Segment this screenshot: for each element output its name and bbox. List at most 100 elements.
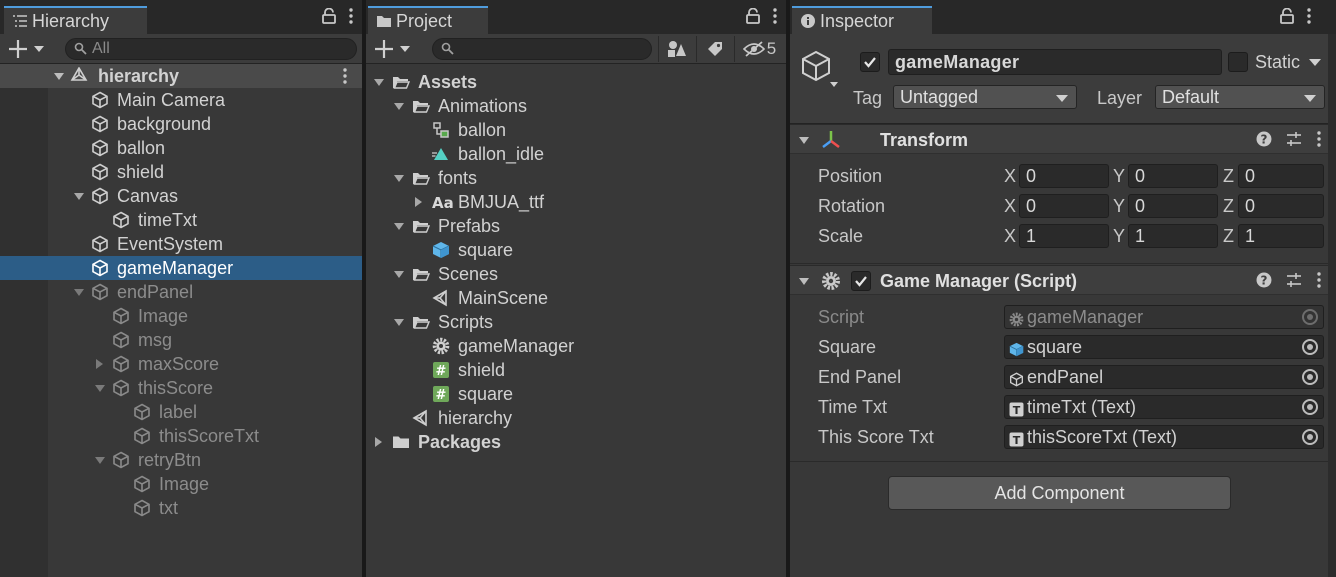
hierarchy-search-input[interactable]: All	[65, 38, 357, 60]
expand-arrow-icon[interactable]	[392, 214, 406, 238]
scene-kebab-menu-icon[interactable]	[342, 68, 348, 84]
expand-arrow-icon[interactable]	[392, 310, 406, 334]
object-picker-icon[interactable]	[1302, 369, 1318, 385]
transform-z-field[interactable]: 0	[1238, 194, 1324, 218]
hidden-packages-toggle[interactable]: 5	[734, 36, 784, 62]
expand-arrow-icon[interactable]	[372, 70, 386, 94]
object-name-field[interactable]: gameManager	[888, 49, 1222, 75]
active-checkbox[interactable]	[860, 52, 880, 72]
kebab-menu-icon[interactable]	[1316, 272, 1322, 288]
project-folder-item[interactable]: Scripts	[366, 310, 786, 334]
hierarchy-item[interactable]: Main Camera	[0, 88, 362, 112]
lock-icon[interactable]	[1280, 8, 1294, 24]
transform-y-field[interactable]: 1	[1128, 224, 1218, 248]
expand-arrow-icon[interactable]	[72, 280, 86, 304]
hierarchy-item[interactable]: thisScoreTxt	[0, 424, 362, 448]
kebab-menu-icon[interactable]	[772, 8, 778, 24]
collapse-arrow-icon[interactable]	[93, 352, 107, 376]
tag-dropdown[interactable]: Untagged	[893, 85, 1077, 109]
search-by-label-button[interactable]	[696, 36, 732, 62]
scene-header-row[interactable]: hierarchy	[0, 64, 362, 88]
object-picker-icon[interactable]	[1302, 429, 1318, 445]
kebab-menu-icon[interactable]	[348, 8, 354, 24]
project-asset-item[interactable]: # square	[366, 382, 786, 406]
tab-inspector[interactable]: Inspector	[792, 6, 932, 34]
object-picker-icon[interactable]	[1302, 339, 1318, 355]
hierarchy-item[interactable]: timeTxt	[0, 208, 362, 232]
object-picker-icon[interactable]	[1302, 399, 1318, 415]
hierarchy-item[interactable]: ballon	[0, 136, 362, 160]
script-enabled-checkbox[interactable]	[851, 271, 871, 291]
hierarchy-item[interactable]: thisScore	[0, 376, 362, 400]
presets-sliders-icon[interactable]	[1286, 131, 1302, 147]
transform-header[interactable]: Transform ?	[790, 124, 1336, 154]
expand-arrow-icon[interactable]	[392, 166, 406, 190]
script-component-header[interactable]: Game Manager (Script) ?	[790, 265, 1336, 295]
expand-arrow-icon[interactable]	[52, 64, 66, 88]
project-folder-item[interactable]: Assets	[366, 70, 786, 94]
gameobject-icon[interactable]	[800, 48, 840, 88]
project-asset-item[interactable]: # shield	[366, 358, 786, 382]
lock-icon[interactable]	[322, 8, 336, 24]
project-asset-item[interactable]: ballon_idle	[366, 142, 786, 166]
tab-hierarchy[interactable]: Hierarchy	[4, 6, 147, 34]
presets-sliders-icon[interactable]	[1286, 272, 1302, 288]
transform-x-field[interactable]: 0	[1019, 164, 1109, 188]
transform-z-field[interactable]: 0	[1238, 164, 1324, 188]
inspector-scrollbar[interactable]	[1328, 34, 1336, 577]
hierarchy-item[interactable]: Image	[0, 304, 362, 328]
project-asset-item[interactable]: MainScene	[366, 286, 786, 310]
transform-x-field[interactable]: 1	[1019, 224, 1109, 248]
help-icon[interactable]: ?	[1256, 272, 1272, 288]
collapse-arrow-icon[interactable]	[412, 190, 426, 214]
kebab-menu-icon[interactable]	[1306, 8, 1312, 24]
expand-arrow-icon[interactable]	[798, 275, 810, 287]
hierarchy-item[interactable]: txt	[0, 496, 362, 520]
expand-arrow-icon[interactable]	[392, 262, 406, 286]
hierarchy-item[interactable]: background	[0, 112, 362, 136]
expand-arrow-icon[interactable]	[798, 134, 810, 146]
project-search-input[interactable]	[432, 38, 652, 60]
create-plus-dropdown-button[interactable]	[374, 37, 416, 61]
hierarchy-item[interactable]: gameManager	[0, 256, 362, 280]
transform-z-field[interactable]: 1	[1238, 224, 1324, 248]
add-component-button[interactable]: Add Component	[888, 476, 1231, 510]
hierarchy-item[interactable]: maxScore	[0, 352, 362, 376]
project-folder-item[interactable]: hierarchy	[366, 406, 786, 430]
expand-arrow-icon[interactable]	[93, 448, 107, 472]
hierarchy-item[interactable]: retryBtn	[0, 448, 362, 472]
hierarchy-item[interactable]: endPanel	[0, 280, 362, 304]
project-asset-item[interactable]: ballon	[366, 118, 786, 142]
static-dropdown-caret[interactable]	[1309, 59, 1321, 66]
object-reference-field[interactable]: endPanel	[1004, 365, 1324, 389]
search-by-type-button[interactable]	[658, 36, 694, 62]
kebab-menu-icon[interactable]	[1316, 131, 1322, 147]
expand-arrow-icon[interactable]	[392, 94, 406, 118]
hierarchy-item[interactable]: msg	[0, 328, 362, 352]
transform-y-field[interactable]: 0	[1128, 164, 1218, 188]
project-folder-item[interactable]: Prefabs	[366, 214, 786, 238]
project-asset-item[interactable]: square	[366, 238, 786, 262]
project-asset-item[interactable]: gameManager	[366, 334, 786, 358]
object-reference-field[interactable]: TthisScoreTxt (Text)	[1004, 425, 1324, 449]
hierarchy-item[interactable]: shield	[0, 160, 362, 184]
expand-arrow-icon[interactable]	[72, 184, 86, 208]
hierarchy-item[interactable]: EventSystem	[0, 232, 362, 256]
collapse-arrow-icon[interactable]	[372, 430, 386, 454]
hierarchy-item[interactable]: label	[0, 400, 362, 424]
project-folder-item[interactable]: Scenes	[366, 262, 786, 286]
layer-dropdown[interactable]: Default	[1155, 85, 1325, 109]
hierarchy-item[interactable]: Canvas	[0, 184, 362, 208]
help-icon[interactable]: ?	[1256, 131, 1272, 147]
hierarchy-item[interactable]: Image	[0, 472, 362, 496]
tab-project[interactable]: Project	[368, 6, 488, 34]
project-folder-item[interactable]: Packages	[366, 430, 786, 454]
create-plus-dropdown-button[interactable]	[8, 37, 50, 61]
project-folder-item[interactable]: Animations	[366, 94, 786, 118]
expand-arrow-icon[interactable]	[93, 376, 107, 400]
project-asset-item[interactable]: Aa BMJUA_ttf	[366, 190, 786, 214]
transform-x-field[interactable]: 0	[1019, 194, 1109, 218]
lock-icon[interactable]	[746, 8, 760, 24]
static-checkbox[interactable]	[1228, 52, 1248, 72]
project-folder-item[interactable]: fonts	[366, 166, 786, 190]
